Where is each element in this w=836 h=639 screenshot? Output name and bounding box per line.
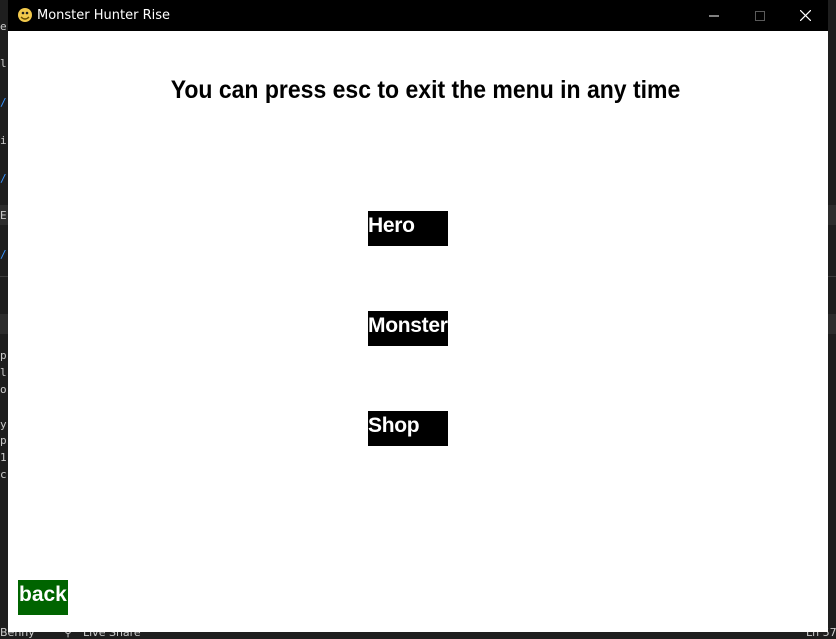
window-title: Monster Hunter Rise bbox=[37, 8, 170, 23]
window-titlebar[interactable]: Monster Hunter Rise bbox=[8, 0, 828, 31]
game-window: Monster Hunter Rise You can press esc to… bbox=[8, 0, 828, 632]
code-fragment: o bbox=[0, 383, 7, 396]
code-fragment: / bbox=[0, 172, 7, 185]
instruction-text: You can press esc to exit the menu in an… bbox=[170, 76, 681, 104]
hero-button[interactable]: Hero bbox=[368, 211, 448, 246]
code-fragment: E bbox=[0, 209, 7, 222]
code-fragment: l bbox=[0, 57, 7, 70]
shop-button[interactable]: Shop bbox=[368, 411, 448, 446]
back-button[interactable]: back bbox=[18, 580, 68, 615]
code-fragment: 1 bbox=[0, 451, 7, 464]
monster-button[interactable]: Monster bbox=[368, 311, 448, 346]
close-button[interactable] bbox=[782, 0, 828, 31]
code-fragment: p bbox=[0, 349, 7, 362]
minimize-icon bbox=[709, 15, 719, 16]
code-fragment: p bbox=[0, 434, 7, 447]
code-fragment: i bbox=[0, 134, 7, 147]
code-fragment: y bbox=[0, 418, 7, 431]
maximize-button[interactable] bbox=[737, 0, 783, 31]
close-icon bbox=[799, 10, 811, 21]
code-fragment: / bbox=[0, 96, 7, 109]
pygame-snake-icon bbox=[17, 7, 33, 23]
game-canvas: You can press esc to exit the menu in an… bbox=[8, 31, 828, 632]
code-fragment: / bbox=[0, 248, 7, 261]
maximize-icon bbox=[755, 10, 765, 21]
code-fragment: e bbox=[0, 20, 7, 33]
code-fragment: l bbox=[0, 366, 7, 379]
code-fragment: c bbox=[0, 468, 7, 481]
minimize-button[interactable] bbox=[691, 0, 737, 31]
